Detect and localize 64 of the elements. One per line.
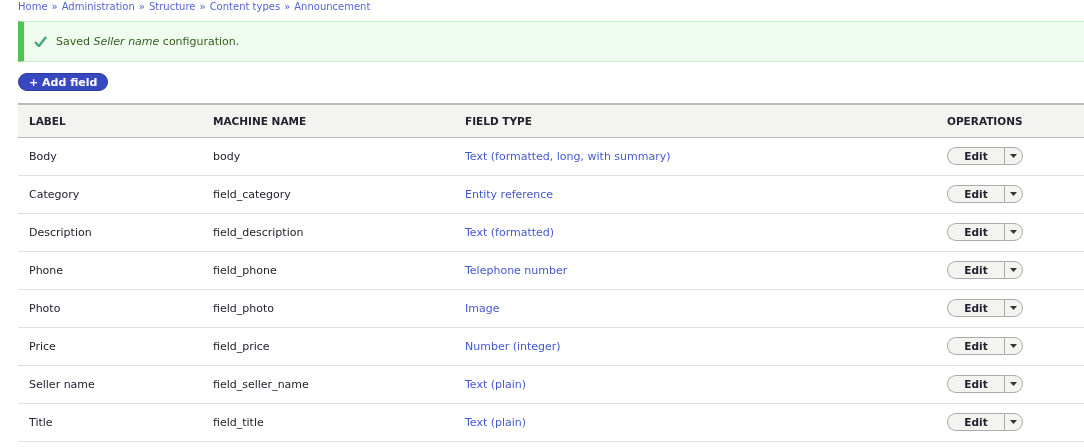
table-cell: field_phone xyxy=(213,263,277,277)
table-cell: field_price xyxy=(213,339,270,353)
table-cell: Title xyxy=(29,415,53,429)
dropdown-toggle[interactable] xyxy=(1004,223,1023,241)
table-cell: field_seller_name xyxy=(213,377,309,391)
edit-button[interactable]: Edit xyxy=(947,413,1004,431)
field-type-link[interactable]: Text (formatted) xyxy=(465,225,555,239)
breadcrumb-link[interactable]: Content types xyxy=(209,0,281,13)
table-cell: Category xyxy=(29,187,80,201)
edit-button[interactable]: Edit xyxy=(947,223,1004,241)
breadcrumb-separator: » xyxy=(284,0,291,13)
dropdown-toggle[interactable] xyxy=(1004,261,1023,279)
table-cell: Price xyxy=(29,339,56,353)
column-header: OPERATIONS xyxy=(947,114,1023,127)
caret-icon xyxy=(1010,420,1017,424)
edit-button[interactable]: Edit xyxy=(947,337,1004,355)
table-cell: Seller name xyxy=(29,377,95,391)
table-cell: Body xyxy=(29,149,57,163)
breadcrumb-separator: » xyxy=(51,0,58,13)
caret-icon xyxy=(1010,230,1017,234)
caret-icon xyxy=(1010,306,1017,310)
column-header: FIELD TYPE xyxy=(465,114,532,127)
breadcrumb-separator: » xyxy=(138,0,145,13)
field-type-link[interactable]: Text (formatted, long, with summary) xyxy=(465,149,671,163)
status-text: Saved Seller name configuration. xyxy=(56,35,240,48)
caret-icon xyxy=(1010,268,1017,272)
field-type-link[interactable]: Image xyxy=(465,301,500,315)
table-cell: field_title xyxy=(213,415,264,429)
field-type-link[interactable]: Number (integer) xyxy=(465,339,561,353)
edit-button[interactable]: Edit xyxy=(947,147,1004,165)
breadcrumb-link[interactable]: Administration xyxy=(61,0,135,13)
field-type-link[interactable]: Text (plain) xyxy=(465,377,527,391)
edit-button[interactable]: Edit xyxy=(947,375,1004,393)
caret-icon xyxy=(1010,344,1017,348)
table-cell: field_category xyxy=(213,187,291,201)
breadcrumb-separator: » xyxy=(199,0,206,13)
breadcrumb-link[interactable]: Structure xyxy=(148,0,196,13)
table-cell: Description xyxy=(29,225,92,239)
table-cell: Phone xyxy=(29,263,64,277)
caret-icon xyxy=(1010,154,1017,158)
check-icon xyxy=(34,36,47,47)
table-cell: field_photo xyxy=(213,301,274,315)
caret-icon xyxy=(1010,192,1017,196)
dropdown-toggle[interactable] xyxy=(1004,337,1023,355)
dropdown-toggle[interactable] xyxy=(1004,413,1023,431)
field-type-link[interactable]: Telephone number xyxy=(465,263,568,277)
caret-icon xyxy=(1010,382,1017,386)
edit-button[interactable]: Edit xyxy=(947,261,1004,279)
table-cell: body xyxy=(213,149,241,163)
field-type-link[interactable]: Text (plain) xyxy=(465,415,527,429)
dropdown-toggle[interactable] xyxy=(1004,147,1023,165)
field-type-link[interactable]: Entity reference xyxy=(465,187,554,201)
column-header: MACHINE NAME xyxy=(213,114,307,127)
table-cell: Photo xyxy=(29,301,61,315)
dropdown-toggle[interactable] xyxy=(1004,299,1023,317)
column-header: LABEL xyxy=(29,114,66,127)
edit-button[interactable]: Edit xyxy=(947,185,1004,203)
dropdown-toggle[interactable] xyxy=(1004,375,1023,393)
add-field-button[interactable]: + Add field xyxy=(18,73,109,91)
breadcrumb-link[interactable]: Announcement xyxy=(294,0,371,13)
table-cell: field_description xyxy=(213,225,304,239)
breadcrumb-link[interactable]: Home xyxy=(18,0,48,13)
dropdown-toggle[interactable] xyxy=(1004,185,1023,203)
edit-button[interactable]: Edit xyxy=(947,299,1004,317)
